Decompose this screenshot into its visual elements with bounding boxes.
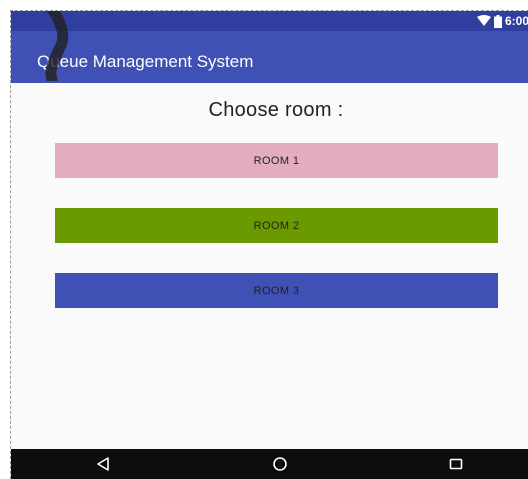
recents-button[interactable] <box>436 449 476 479</box>
room-2-label: ROOM 2 <box>253 219 300 232</box>
pen-stroke-annotation <box>45 11 69 81</box>
app-screen: 6:00 Queue Management System Choose room… <box>10 10 528 479</box>
room-1-label: ROOM 1 <box>253 154 300 167</box>
home-icon <box>273 457 287 471</box>
status-time: 6:00 <box>504 14 528 28</box>
status-icons: 6:00 <box>476 13 528 29</box>
recents-icon <box>449 458 463 470</box>
back-button[interactable] <box>83 449 123 479</box>
room-1-button[interactable]: ROOM 1 <box>55 143 498 178</box>
back-icon <box>97 457 109 471</box>
home-button[interactable] <box>260 449 300 479</box>
choose-room-heading: Choose room : <box>208 99 344 121</box>
room-3-label: ROOM 3 <box>253 284 300 297</box>
room-3-button[interactable]: ROOM 3 <box>55 273 498 308</box>
nav-bar <box>11 449 528 479</box>
room-2-button[interactable]: ROOM 2 <box>55 208 498 243</box>
wifi-icon <box>476 15 491 26</box>
battery-icon <box>493 14 502 28</box>
